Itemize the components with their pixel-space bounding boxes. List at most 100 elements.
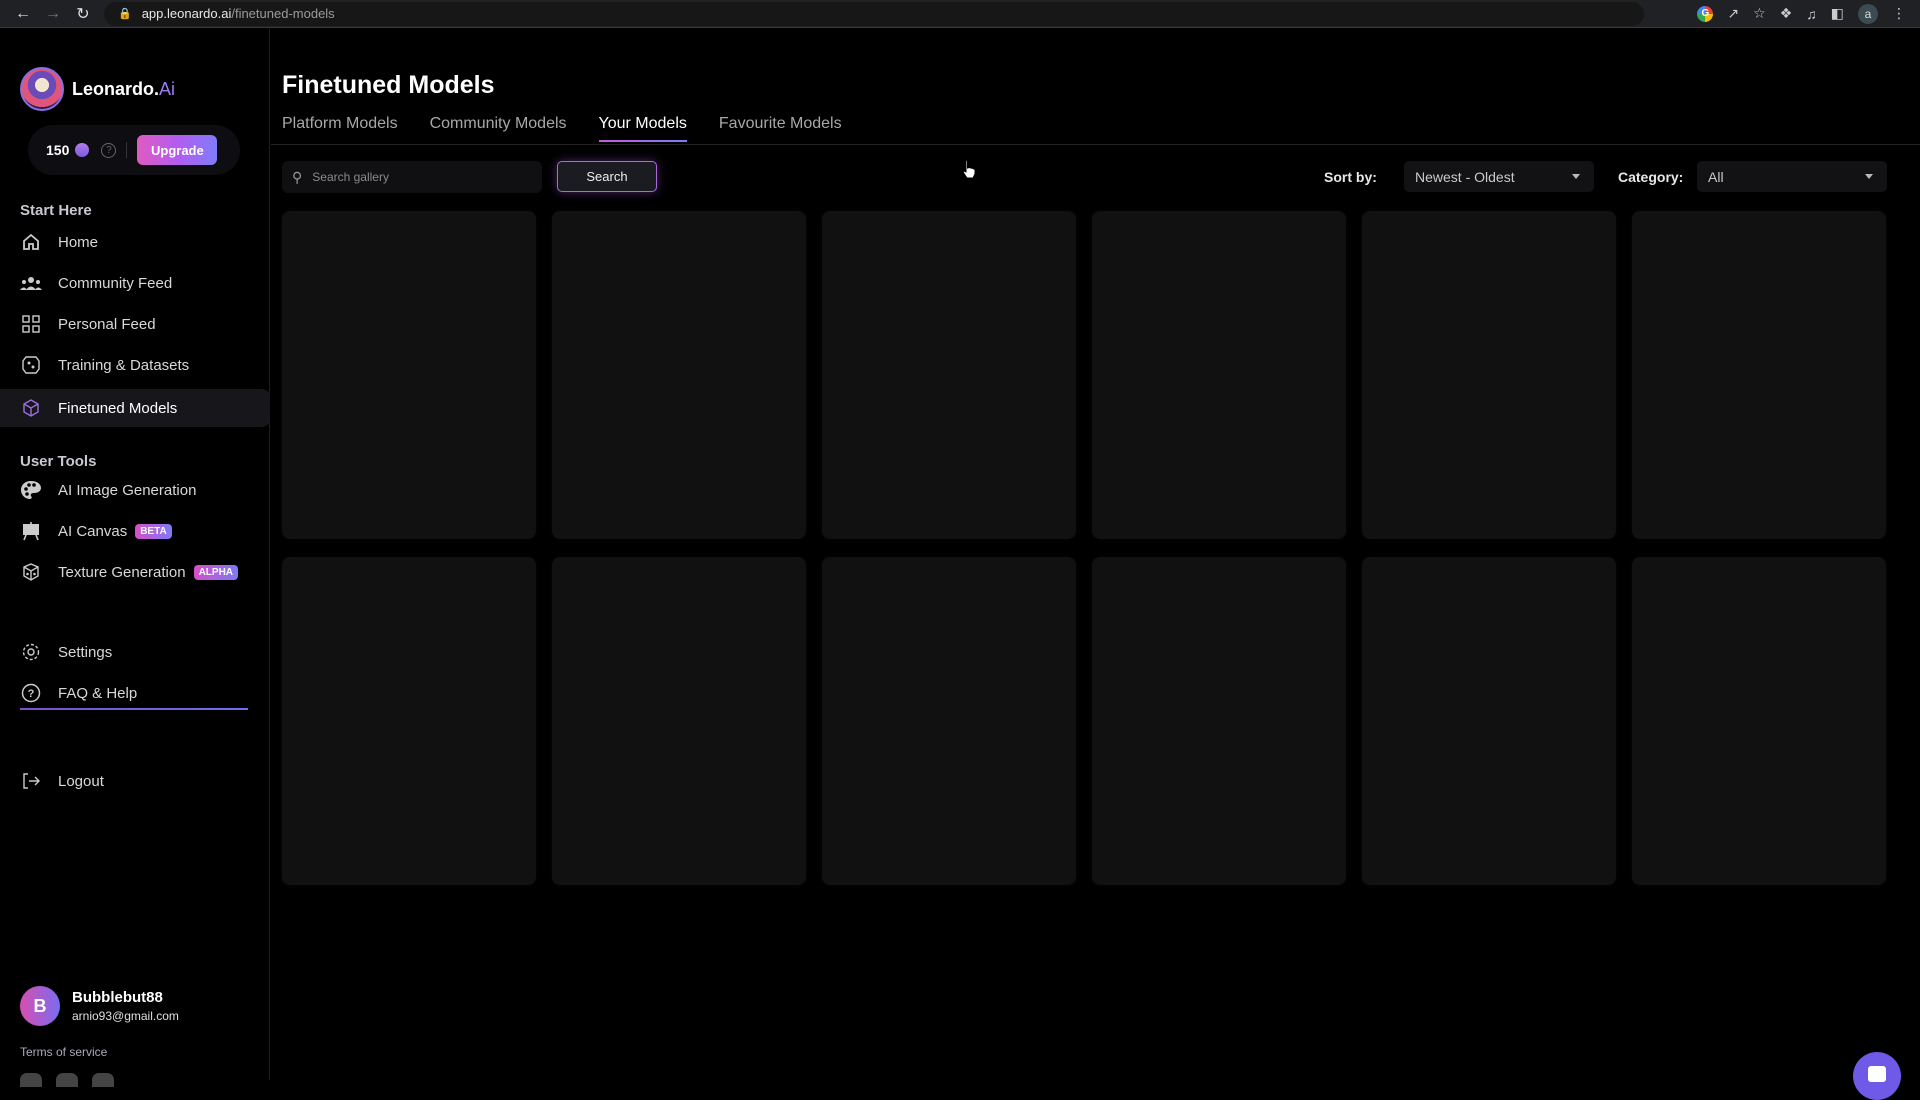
palette-icon (20, 479, 42, 501)
sidebar-item-ai-canvas[interactable]: AI Canvas BETA (0, 512, 270, 550)
search-button[interactable]: Search (557, 161, 657, 192)
logout-label: Logout (58, 772, 104, 790)
easel-icon (20, 520, 42, 542)
social-links (20, 1073, 114, 1087)
twitter-icon[interactable] (92, 1073, 114, 1087)
section-title-user-tools: User Tools (20, 453, 97, 470)
search-icon: ⚲ (292, 168, 303, 185)
page-title: Finetuned Models (282, 71, 495, 99)
sidebar-item-label: Finetuned Models (58, 399, 178, 417)
side-panel-icon[interactable]: ◧ (1831, 5, 1844, 22)
extensions-icon[interactable]: ❖ (1780, 5, 1793, 22)
coins-icon (75, 143, 90, 157)
reload-icon[interactable]: ↻ (70, 2, 96, 26)
chevron-down-icon (1865, 174, 1873, 179)
divider (126, 142, 128, 158)
sidebar-item-faq-help[interactable]: ? FAQ & Help (0, 674, 270, 712)
model-card-placeholder[interactable] (282, 557, 536, 885)
model-grid (282, 211, 1886, 885)
alpha-badge: ALPHA (193, 564, 239, 580)
sort-select[interactable]: Newest - Oldest (1404, 161, 1594, 192)
sidebar-item-label: Settings (58, 643, 113, 661)
model-tabs: Platform Models Community Models Your Mo… (282, 115, 842, 142)
brand-logo[interactable]: Leonardo.Ai (20, 67, 175, 111)
texture-cube-icon (20, 561, 42, 583)
lock-icon: 🔒 (118, 8, 132, 20)
profile-avatar[interactable]: a (1858, 3, 1878, 24)
model-card-placeholder[interactable] (1632, 211, 1886, 539)
svg-text:?: ? (28, 688, 35, 700)
sidebar-item-label: FAQ & Help (58, 684, 138, 702)
user-profile[interactable]: B Bubblebut88 arnio93@gmail.com (20, 986, 179, 1026)
home-icon (20, 231, 42, 253)
chevron-down-icon (1572, 174, 1580, 179)
url-host: app.leonardo.ai (141, 6, 232, 21)
sidebar-item-label: Training & Datasets (58, 356, 190, 374)
logout-icon (20, 770, 42, 792)
category-label: Category: (1618, 169, 1684, 185)
sidebar-item-finetuned-models[interactable]: Finetuned Models (0, 389, 270, 427)
sort-value: Newest - Oldest (1415, 168, 1515, 185)
url-path: /finetuned-models (231, 6, 335, 21)
reddit-icon[interactable] (56, 1073, 78, 1087)
forward-arrow-icon[interactable]: → (40, 2, 66, 26)
model-card-placeholder[interactable] (552, 211, 806, 539)
avatar: B (20, 986, 60, 1026)
model-card-placeholder[interactable] (1362, 557, 1616, 885)
share-icon[interactable]: ↗ (1727, 5, 1739, 22)
model-card-placeholder[interactable] (822, 211, 1076, 539)
tab-community-models[interactable]: Community Models (430, 115, 567, 141)
credit-count: 150 (46, 142, 70, 158)
category-select[interactable]: All (1697, 161, 1887, 192)
help-circle-icon: ? (20, 682, 42, 704)
menu-dots-icon[interactable]: ⋮ (1892, 5, 1906, 22)
model-card-placeholder[interactable] (1632, 557, 1886, 885)
tab-favourite-models[interactable]: Favourite Models (719, 115, 842, 141)
brand-name-suffix: Ai (159, 78, 176, 99)
beta-badge: BETA (135, 523, 172, 539)
star-icon[interactable]: ☆ (1753, 5, 1766, 22)
main-content: Finetuned Models Platform Models Communi… (271, 29, 1920, 1080)
user-info: Bubblebut88 arnio93@gmail.com (72, 989, 179, 1023)
sidebar-item-label: AI Image Generation (58, 481, 197, 499)
sidebar-item-community-feed[interactable]: Community Feed (0, 264, 270, 302)
tab-platform-models[interactable]: Platform Models (282, 115, 398, 141)
sidebar-item-texture-generation[interactable]: Texture Generation ALPHA (0, 553, 270, 591)
browser-actions: G ↗ ☆ ❖ ♫ ◧ a ⋮ (1697, 3, 1906, 24)
browser-toolbar: ← → ↻ 🔒 app.leonardo.ai/finetuned-models… (0, 0, 1920, 28)
tab-your-models[interactable]: Your Models (598, 115, 688, 142)
search-input[interactable] (312, 170, 513, 184)
sidebar-item-personal-feed[interactable]: Personal Feed (0, 305, 270, 343)
media-icon[interactable]: ♫ (1806, 6, 1817, 22)
chat-support-button[interactable] (1853, 1052, 1901, 1100)
terms-of-service-link[interactable]: Terms of service (20, 1045, 107, 1059)
back-arrow-icon[interactable]: ← (10, 2, 36, 26)
brand-name: Leonardo.Ai (72, 79, 175, 100)
sidebar-item-settings[interactable]: Settings (0, 633, 270, 671)
sidebar-item-training-datasets[interactable]: Training & Datasets (0, 346, 270, 384)
model-card-placeholder[interactable] (282, 211, 536, 539)
sidebar-item-home[interactable]: Home (0, 223, 270, 261)
cube-icon (20, 397, 42, 419)
sidebar-item-label: Community Feed (58, 274, 173, 292)
grid-icon (20, 313, 42, 335)
sidebar-item-label: Home (58, 233, 99, 251)
sidebar: Leonardo.Ai 150 ? Upgrade Start Here Hom… (0, 29, 270, 1087)
logout-button[interactable]: Logout (0, 762, 270, 800)
model-card-placeholder[interactable] (552, 557, 806, 885)
model-card-placeholder[interactable] (1092, 211, 1346, 539)
gear-icon (20, 641, 42, 663)
help-icon[interactable]: ? (101, 142, 117, 158)
section-title-start-here: Start Here (20, 202, 92, 219)
search-field[interactable]: ⚲ (282, 161, 542, 193)
upgrade-button[interactable]: Upgrade (137, 135, 218, 165)
model-card-placeholder[interactable] (1362, 211, 1616, 539)
sidebar-item-label: Personal Feed (58, 315, 156, 333)
discord-icon[interactable] (20, 1073, 42, 1087)
sidebar-item-ai-image-generation[interactable]: AI Image Generation (0, 471, 270, 509)
address-bar[interactable]: 🔒 app.leonardo.ai/finetuned-models (104, 1, 1644, 26)
model-card-placeholder[interactable] (1092, 557, 1346, 885)
model-card-placeholder[interactable] (822, 557, 1076, 885)
sidebar-item-label: AI Canvas (58, 522, 128, 540)
google-icon[interactable]: G (1697, 5, 1714, 22)
